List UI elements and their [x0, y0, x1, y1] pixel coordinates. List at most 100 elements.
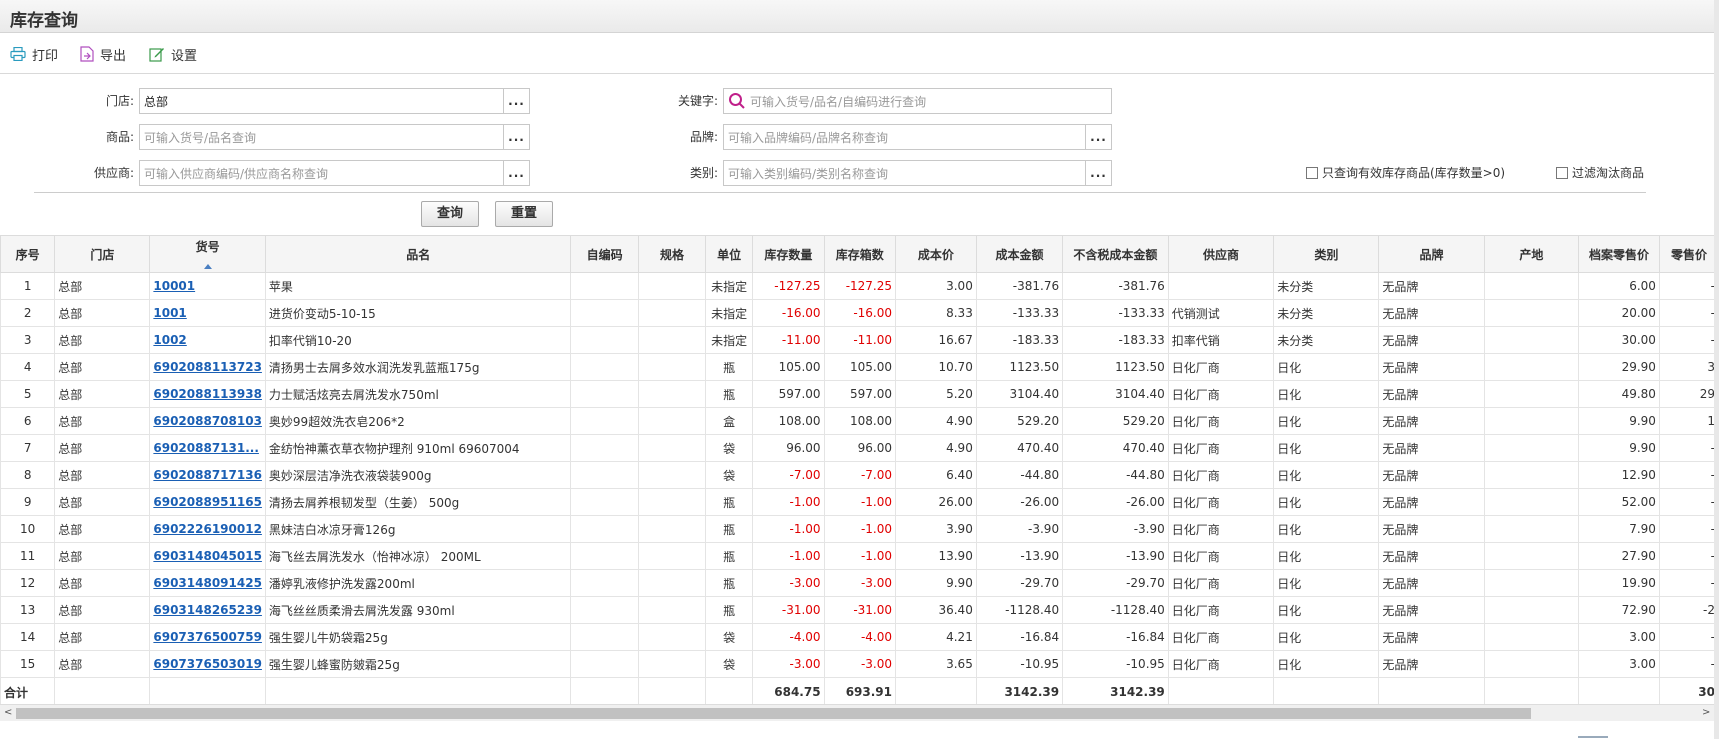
reset-button[interactable]: 重置: [495, 201, 553, 227]
product-field[interactable]: 可输入货号/品名查询 ...: [139, 124, 530, 150]
cell-product-name: 进货价变动5-10-15: [264, 299, 572, 327]
page-indicator: [1578, 736, 1608, 738]
brand-more-icon[interactable]: ...: [1085, 125, 1111, 149]
category-more-icon[interactable]: ...: [1085, 161, 1111, 185]
cell-store: 总部: [54, 542, 151, 570]
table-row[interactable]: 12 总部 6903148091425 潘婷乳液修护洗发露200ml 瓶 -3.00 -3.…: [0, 569, 1719, 597]
only-valid-stock-checkbox[interactable]: 只查询有效库存商品(库存数量>0): [1306, 164, 1505, 181]
table-row[interactable]: 2 总部 1001 进货价变动5-10-15 未指定 -16.00 -16.00 8.33 -1…: [0, 299, 1719, 327]
cell-self-code: [570, 434, 639, 462]
cell-retail-price: 29.90: [1578, 353, 1660, 381]
summary-cell-item-code: [149, 677, 266, 705]
item-code-link[interactable]: 6907376503019: [153, 657, 262, 671]
item-code-link[interactable]: 6902088951165: [153, 495, 262, 509]
cell-supplier: 日化厂商: [1167, 407, 1275, 435]
column-header-cost-amount[interactable]: 成本金额: [975, 235, 1064, 273]
column-header-cost-price[interactable]: 成本价: [895, 235, 977, 273]
cell-retail-price: 3.00: [1578, 650, 1660, 678]
cell-item-code: 1002: [149, 326, 266, 354]
item-code-link[interactable]: 6902226190012: [153, 522, 262, 536]
item-code-link[interactable]: 69020887131...: [153, 441, 259, 455]
horizontal-scrollbar[interactable]: < >: [0, 704, 1719, 721]
query-button[interactable]: 查询: [421, 201, 479, 227]
settings-button[interactable]: 设置: [149, 44, 197, 64]
table-row[interactable]: 1 总部 10001 苹果 未指定 -127.25 -127.25 3.00 -381.76 -3…: [0, 272, 1719, 300]
table-row[interactable]: 6 总部 6902088708103 奥妙99超效洗衣皂206*2 盒 108.00 108…: [0, 407, 1719, 435]
column-header-unit[interactable]: 单位: [705, 235, 754, 273]
summary-cell-self-code: [570, 677, 639, 705]
column-header-sale-price[interactable]: 零售价: [1658, 235, 1719, 273]
scroll-right-icon[interactable]: >: [1702, 707, 1710, 718]
item-code-link[interactable]: 1001: [153, 306, 186, 320]
summary-cell-product-name: [264, 677, 572, 705]
cell-supplier: 日化厂商: [1167, 488, 1275, 516]
store-field[interactable]: 总部 ...: [139, 88, 530, 114]
supplier-field[interactable]: 可输入供应商编码/供应商名称查询 ...: [139, 160, 530, 186]
column-header-cost-amount-excl-tax[interactable]: 不含税成本金额: [1062, 235, 1169, 273]
item-code-link[interactable]: 6902088113938: [153, 387, 262, 401]
cell-stock-boxes: -127.25: [823, 272, 897, 300]
item-code-link[interactable]: 10001: [153, 279, 195, 293]
summary-cell-stock-boxes: 693.91: [823, 677, 897, 705]
supplier-more-icon[interactable]: ...: [503, 161, 529, 185]
cell-seq: 10: [0, 515, 56, 543]
column-header-self-code[interactable]: 自编码: [570, 235, 639, 273]
table-row[interactable]: 11 总部 6903148045015 海飞丝去屑洗发水（怡神冰凉） 200ML 瓶 -1…: [0, 542, 1719, 570]
print-button[interactable]: 打印: [10, 44, 58, 64]
item-code-link[interactable]: 6902088717136: [153, 468, 262, 482]
column-header-product-name[interactable]: 品名: [264, 235, 572, 273]
category-field[interactable]: 可输入类别编码/类别名称查询 ...: [723, 160, 1112, 186]
item-code-link[interactable]: 6902088113723: [153, 360, 262, 374]
cell-item-code: 6902088708103: [149, 407, 266, 435]
item-code-link[interactable]: 6903148045015: [153, 549, 262, 563]
table-row[interactable]: 15 总部 6907376503019 强生婴儿蜂蜜防皴霜25g 袋 -3.00 -3.00…: [0, 650, 1719, 678]
column-header-stock-qty[interactable]: 库存数量: [752, 235, 825, 273]
table-row[interactable]: 9 总部 6902088951165 清扬去屑养根韧发型（生姜） 500g 瓶 -1.00…: [0, 488, 1719, 516]
column-header-category[interactable]: 类别: [1273, 235, 1380, 273]
store-more-icon[interactable]: ...: [503, 89, 529, 113]
item-code-link[interactable]: 6902088708103: [153, 414, 262, 428]
column-header-origin[interactable]: 产地: [1483, 235, 1580, 273]
keyword-field[interactable]: 可输入货号/品名/自编码进行查询: [723, 88, 1112, 114]
product-more-icon[interactable]: ...: [503, 125, 529, 149]
table-row[interactable]: 10 总部 6902226190012 黑妹洁白冰凉牙膏126g 瓶 -1.00 -1.00…: [0, 515, 1719, 543]
table-row[interactable]: 3 总部 1002 扣率代销10-20 未指定 -11.00 -11.00 16.67 -183…: [0, 326, 1719, 354]
scrollbar-thumb[interactable]: [16, 708, 1531, 719]
brand-field[interactable]: 可输入品牌编码/品牌名称查询 ...: [723, 124, 1112, 150]
item-code-link[interactable]: 6907376500759: [153, 630, 262, 644]
table-row[interactable]: 5 总部 6902088113938 力士赋活炫亮去屑洗发水750ml 瓶 597.00 5…: [0, 380, 1719, 408]
column-header-retail-price[interactable]: 档案零售价: [1578, 235, 1660, 273]
column-header-spec[interactable]: 规格: [637, 235, 707, 273]
cell-brand: 无品牌: [1378, 596, 1485, 624]
column-header-supplier[interactable]: 供应商: [1167, 235, 1275, 273]
item-code-link[interactable]: 6903148091425: [153, 576, 262, 590]
table-row[interactable]: 7 总部 69020887131... 金纺怡神薰衣草衣物护理剂 910ml 6960…: [0, 434, 1719, 462]
cell-supplier: 日化厂商: [1167, 461, 1275, 489]
column-header-brand[interactable]: 品牌: [1378, 235, 1485, 273]
column-header-stock-boxes[interactable]: 库存箱数: [823, 235, 897, 273]
export-button[interactable]: 导出: [80, 44, 126, 64]
column-header-seq[interactable]: 序号: [0, 235, 56, 273]
cell-origin: [1483, 569, 1580, 597]
cell-unit: 瓶: [705, 380, 754, 408]
cell-spec: [637, 407, 707, 435]
table-row[interactable]: 8 总部 6902088717136 奥妙深层洁净洗衣液袋装900g 袋 -7.00 -7.…: [0, 461, 1719, 489]
cell-origin: [1483, 623, 1580, 651]
item-code-link[interactable]: 1002: [153, 333, 186, 347]
column-header-item-code[interactable]: 货号: [149, 235, 266, 273]
sort-ascending-icon[interactable]: [203, 264, 212, 269]
column-header-store[interactable]: 门店: [54, 235, 151, 273]
vertical-scrollbar[interactable]: [1714, 0, 1719, 739]
brand-label: 品牌:: [689, 130, 718, 144]
cell-brand: 无品牌: [1378, 488, 1485, 516]
cell-seq: 2: [0, 299, 56, 327]
scroll-left-icon[interactable]: <: [4, 707, 12, 718]
item-code-link[interactable]: 6903148265239: [153, 603, 262, 617]
cell-cost-amount: -13.90: [975, 542, 1064, 570]
edit-icon: [149, 48, 164, 62]
table-row[interactable]: 13 总部 6903148265239 海飞丝丝质柔滑去屑洗发露 930ml 瓶 -31.…: [0, 596, 1719, 624]
table-row[interactable]: 14 总部 6907376500759 强生婴儿牛奶袋霜25g 袋 -4.00 -4.00 4…: [0, 623, 1719, 651]
table-row[interactable]: 4 总部 6902088113723 清扬男士去屑多效水润洗发乳蓝瓶175g 瓶 105.…: [0, 353, 1719, 381]
cell-stock-qty: 597.00: [752, 380, 825, 408]
filter-eliminated-checkbox[interactable]: 过滤淘汰商品: [1556, 164, 1644, 181]
